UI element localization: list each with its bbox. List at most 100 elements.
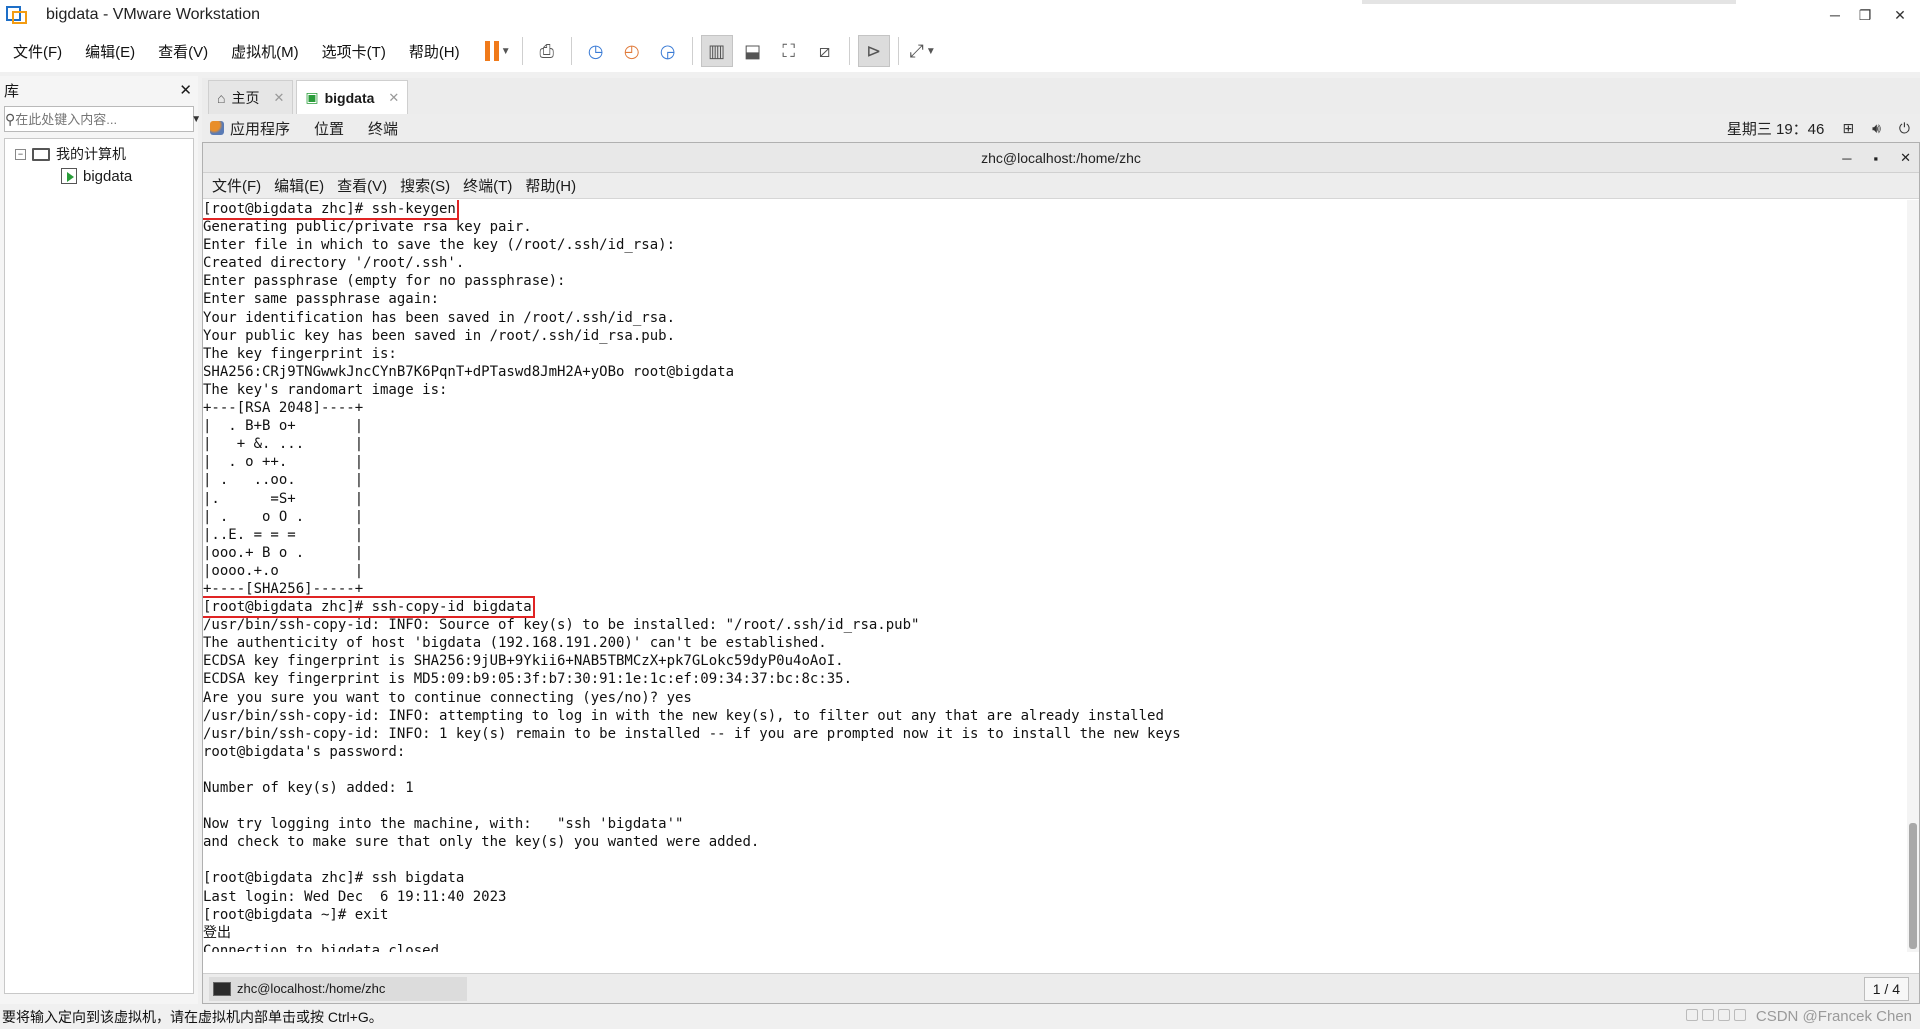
terminal-text: Your public key has been saved in /root/… — [203, 327, 676, 344]
terminal-scrollbar[interactable] — [1907, 200, 1919, 952]
stretch-button[interactable]: ⤢ ▼ — [907, 35, 939, 67]
terminal-menu-edit[interactable]: 编辑(E) — [274, 175, 324, 196]
terminal-text: Enter file in which to save the key (/ro… — [203, 237, 676, 254]
terminal-line: 登出 — [203, 924, 1903, 942]
terminal-text: The key fingerprint is: — [203, 345, 397, 362]
library-close-button[interactable]: ✕ — [179, 81, 192, 99]
tree-label: bigdata — [83, 167, 133, 185]
menu-view[interactable]: 查看(V) — [145, 41, 218, 62]
terminal-text: Are you sure you want to continue connec… — [203, 689, 692, 706]
terminal-menu-terminal[interactable]: 终端(T) — [463, 175, 512, 196]
close-tab-icon[interactable]: ✕ — [273, 90, 284, 106]
vmware-logo-icon — [6, 4, 28, 26]
revert-snapshot-button[interactable]: ◴ — [616, 35, 648, 67]
terminal-line: Number of key(s) added: 1 — [203, 779, 1903, 797]
terminal-line: ECDSA key fingerprint is SHA256:9jUB+9Yk… — [203, 652, 1903, 670]
device-icons — [1685, 1009, 1750, 1024]
tab-home[interactable]: ⌂ 主页 ✕ — [208, 80, 294, 114]
terminal-line: | . o ++. | — [203, 453, 1903, 471]
terminal-menu-help[interactable]: 帮助(H) — [525, 175, 576, 196]
collapse-toggle-icon[interactable]: − — [15, 148, 26, 160]
volume-icon[interactable]: 🔊︎ — [1872, 120, 1881, 137]
show-library-button[interactable]: ▥ — [700, 35, 733, 67]
terminal-text: /usr/bin/ssh-copy-id: INFO: Source of ke… — [203, 617, 920, 634]
menu-file[interactable]: 文件(F) — [0, 41, 72, 62]
send-ctrl-alt-del-button[interactable]: ⎙ — [531, 35, 563, 67]
taskbar-terminal-item[interactable]: zhc@localhost:/home/zhc — [209, 976, 467, 1001]
menu-help[interactable]: 帮助(H) — [396, 41, 470, 62]
menu-edit[interactable]: 编辑(E) — [72, 41, 145, 62]
unity-button[interactable]: ⧄ — [809, 35, 841, 67]
terminal-line: The key's randomart image is: — [203, 381, 1903, 399]
terminal-maximize-icon[interactable]: ▪ — [1873, 151, 1878, 166]
tree-item-my-computer[interactable]: − 我的计算机 — [5, 143, 193, 165]
taskbar-item-label: zhc@localhost:/home/zhc — [237, 981, 386, 996]
terminal-line: |ooo.+ B o . | — [203, 544, 1903, 562]
send-keys-icon: ⎙ — [539, 40, 554, 61]
terminal-line: Enter passphrase (empty for no passphras… — [203, 272, 1903, 290]
terminal-line: /usr/bin/ssh-copy-id: INFO: Source of ke… — [203, 616, 1903, 634]
terminal-menu-file[interactable]: 文件(F) — [212, 175, 261, 196]
search-dropdown-icon[interactable]: ▼ — [191, 114, 201, 125]
close-button[interactable]: ✕ — [1880, 0, 1920, 30]
snapshot-icon: ◷ — [587, 40, 604, 61]
menu-tabs[interactable]: 选项卡(T) — [309, 41, 396, 62]
full-screen-icon: ⛶ — [782, 40, 795, 61]
gnome-top-bar: 应用程序 位置 终端 星期三 19：46 ⊞ 🔊︎ ⏻ — [202, 114, 1920, 142]
terminal-line: | . ..oo. | — [203, 471, 1903, 489]
tab-label: 主页 — [231, 89, 260, 106]
terminal-line: Now try logging into the machine, with: … — [203, 815, 1903, 833]
terminal-menu-search[interactable]: 搜索(S) — [400, 175, 450, 196]
terminal-text: | + &. ... | — [203, 436, 364, 453]
snapshot-button[interactable]: ◷ — [580, 35, 612, 67]
tab-bigdata[interactable]: ▣ bigdata ✕ — [296, 80, 409, 114]
terminal-output[interactable]: [root@bigdata zhc]# ssh-keygen Generating… — [203, 200, 1903, 952]
scrollbar-thumb[interactable] — [1909, 823, 1917, 949]
terminal-line: Last login: Wed Dec 6 19:11:40 2023 — [203, 888, 1903, 906]
terminal-text: root@bigdata's password: — [203, 743, 406, 760]
terminal-line: [root@bigdata ~]# exit — [203, 906, 1903, 924]
workspace-pager[interactable]: 1 / 4 — [1863, 977, 1909, 1001]
stretch-icon: ⤢ — [909, 40, 924, 61]
terminal-line: and check to make sure that only the key… — [203, 833, 1903, 851]
terminal-minimize-icon[interactable]: ─ — [1842, 151, 1851, 166]
terminal-text: [root@bigdata ~]# exit — [203, 906, 389, 923]
terminal-line: [root@bigdata zhc]# ssh bigdata — [203, 869, 1903, 887]
terminal-text: [root@bigdata zhc]# ssh bigdata — [203, 870, 465, 887]
library-search-input[interactable] — [15, 111, 192, 127]
power-icon[interactable]: ⏻ — [1899, 120, 1910, 137]
terminal-line: /usr/bin/ssh-copy-id: INFO: attempting t… — [203, 707, 1903, 725]
close-tab-icon[interactable]: ✕ — [388, 90, 399, 106]
toolbar-separator — [521, 37, 523, 65]
search-icon: ⚲ — [5, 110, 16, 127]
terminal-menubar: 文件(F) 编辑(E) 查看(V) 搜索(S) 终端(T) 帮助(H) — [203, 173, 1919, 199]
guest-display[interactable]: 应用程序 位置 终端 星期三 19：46 ⊞ 🔊︎ ⏻ zhc@localhos… — [202, 114, 1920, 1004]
gnome-clock[interactable]: 星期三 19：46 — [1727, 118, 1825, 139]
snapshot-manager-icon: ◶ — [659, 40, 676, 61]
thumbnail-bar-icon: ⬓ — [744, 40, 762, 61]
gnome-applications-menu[interactable]: 应用程序 — [230, 118, 290, 139]
terminal-text: | . B+B o+ | — [203, 418, 364, 435]
terminal-line: | . o O . | — [203, 508, 1903, 526]
restore-button[interactable]: ❐ — [1850, 0, 1880, 30]
console-view-button[interactable]: ⊳ — [857, 35, 890, 67]
pause-button[interactable]: ▼ — [482, 35, 514, 67]
library-search[interactable]: ⚲ ▼ — [4, 106, 201, 132]
tree-item-bigdata[interactable]: bigdata — [5, 165, 193, 187]
network-icon[interactable]: ⊞ — [1842, 120, 1854, 137]
full-screen-button[interactable]: ⛶ — [773, 35, 805, 67]
tree-label: 我的计算机 — [56, 146, 126, 162]
terminal-line: The authenticity of host 'bigdata (192.1… — [203, 634, 1903, 652]
minimize-button[interactable]: ─ — [1820, 0, 1850, 30]
gnome-places-menu[interactable]: 位置 — [314, 118, 344, 139]
snapshot-manager-button[interactable]: ◶ — [652, 35, 684, 67]
highlighted-command: [root@bigdata zhc]# ssh-copy-id bigdata — [203, 596, 535, 619]
toolbar-separator — [570, 37, 572, 65]
terminal-line: Generating public/private rsa key pair. — [203, 218, 1903, 236]
gnome-terminal-menu[interactable]: 终端 — [368, 118, 398, 139]
terminal-menu-view[interactable]: 查看(V) — [337, 175, 387, 196]
thumbnail-bar-button[interactable]: ⬓ — [737, 35, 769, 67]
terminal-text: /usr/bin/ssh-copy-id: INFO: 1 key(s) rem… — [203, 725, 1181, 742]
terminal-close-icon[interactable]: ✕ — [1900, 150, 1911, 166]
menu-vm[interactable]: 虚拟机(M) — [218, 41, 309, 62]
